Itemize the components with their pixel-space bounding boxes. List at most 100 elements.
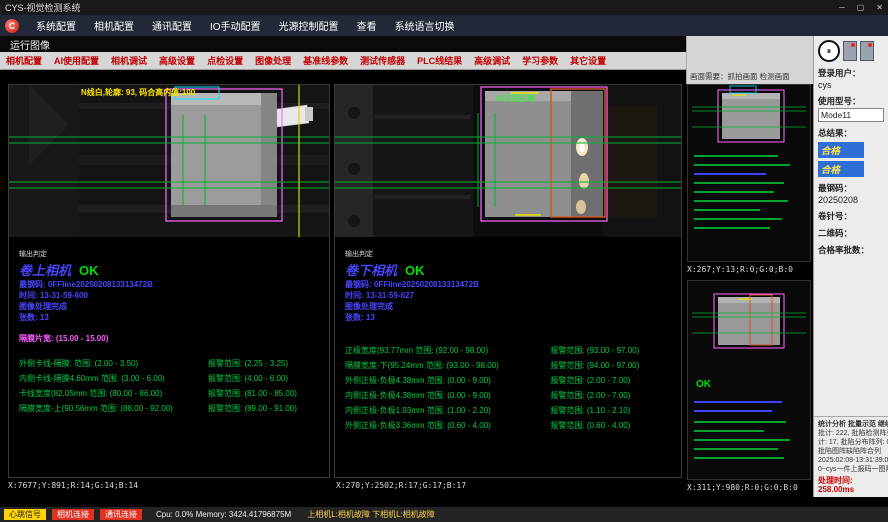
camera-image-lower[interactable]: AI识别区域 — [335, 85, 681, 237]
tool-test-sensor[interactable]: 测试传感器 — [354, 54, 411, 67]
camera-image-upper[interactable]: N线白,轮廓: 93, 码合高内值:100 — [9, 85, 329, 237]
tool-baseline-param[interactable]: 基准线参数 — [297, 54, 354, 67]
model-select[interactable]: Mode11 — [818, 108, 884, 122]
status-bar: 心跳信号 相机连接 通讯连接 Cpu: 0.0% Memory: 3424.41… — [0, 507, 888, 522]
statistics-block: 统计分析 批量示范 继续保存 批计: 222, 批陷检测阵列 计: 17, 批陷… — [814, 416, 888, 497]
tool-other-set[interactable]: 其它设置 — [564, 54, 612, 67]
count-line: 张数: 13 — [19, 312, 319, 323]
alarm-range: 报警范围: (0.60 - 4.00) — [550, 418, 630, 433]
result-badge-upper: OK — [79, 263, 99, 278]
login-user-label: 登录用户： — [818, 67, 884, 79]
measure-row: 卡线宽度(82.05mm 范围: (80.00 - 86.00) 报警范围: (… — [19, 386, 319, 401]
thumb-coord-upper: X:267;Y:13;R:0;G:0;B:0 — [687, 265, 793, 274]
alarm-range: 报警范围: (2.00 - 7.00) — [550, 373, 630, 388]
minimize-icon[interactable]: ─ — [839, 3, 845, 12]
measure-row: 隔膜宽度-下(95.24mm 范围: (93.00 - 98.00) 报警范围:… — [345, 358, 671, 373]
thumbnail-scene-upper — [688, 85, 810, 261]
tool-advanced-set[interactable]: 高级设置 — [153, 54, 201, 67]
coord-readout-upper: X:7677;Y:891;R:14;G:14;B:14 — [8, 481, 138, 490]
measurement-rows-upper: 外侧卡线-隔膜: 范围: (2.00 - 3.50) 报警范围: (2.25 -… — [19, 356, 319, 416]
menu-camera-config[interactable]: 相机配置 — [85, 18, 143, 33]
stats-line: 2025:02:08-13:31:39:05 — [818, 456, 884, 465]
comm-link-badge[interactable]: 通讯连接 — [100, 509, 142, 520]
stats-header[interactable]: 统计分析 批量示范 继续保存 — [818, 420, 884, 429]
heartbeat-badge[interactable]: 心跳信号 — [4, 509, 46, 520]
measure-value: 隔膜宽度-上(90.56mm 范围: (88.00 - 92.00) — [19, 401, 208, 416]
tool-plc-result[interactable]: PLC线结果 — [411, 54, 468, 67]
tool-advanced-debug[interactable]: 高级调试 — [468, 54, 516, 67]
measure-value: 外侧卡线-隔膜: 范围: (2.00 - 3.50) — [19, 356, 208, 371]
menu-language-switch[interactable]: 系统语言切换 — [386, 18, 464, 33]
maximize-icon[interactable]: ▢ — [857, 3, 865, 12]
alarm-range: 报警范围: (81.00 - 85.00) — [208, 386, 297, 401]
qr-code-label: 二维码： — [818, 227, 884, 239]
tool-spotcheck-set[interactable]: 点检设置 — [201, 54, 249, 67]
process-time: 处理时间: 258.00ms — [818, 476, 884, 494]
run-image-label: 运行图像 — [10, 37, 50, 52]
thumbnail-header: 画面需要：抓拍画面 检测画面 — [686, 36, 813, 84]
note-line: 隔膜片宽: (15.00 - 15.00) — [19, 333, 319, 344]
view-header-label: 画面需要：抓拍画面 检测画面 — [690, 71, 790, 82]
alarm-range: 报警范围: (93.00 - 97.00) — [550, 343, 639, 358]
tool-ai-config[interactable]: AI使用配置 — [48, 54, 105, 67]
status-line: 图像处理完成 — [19, 301, 319, 312]
tool-bar: 相机配置 AI使用配置 相机调试 高级设置 点检设置 图像处理 基准线参数 测试… — [0, 52, 686, 70]
measure-row: 隔膜宽度-上(90.56mm 范围: (88.00 - 92.00) 报警范围:… — [19, 401, 319, 416]
measure-value: 隔膜宽度-下(95.24mm 范围: (93.00 - 98.00) — [345, 358, 550, 373]
total-result-label: 总结果： — [818, 127, 884, 139]
measure-row: 内侧卡线-隔膜4.60mm 范围: (3.00 - 6.00) 报警范围: (4… — [19, 371, 319, 386]
barcode-line: 最钢码: 0FFline2025020813313472B — [19, 279, 319, 290]
camera-name-upper: 卷上相机 — [19, 260, 71, 279]
camera-panel-lower: AI识别区域 输出判定 卷下相机 OK 最钢码: 0FFline20250208… — [334, 84, 682, 478]
camera-view-toggle-2-icon[interactable] — [860, 41, 874, 61]
alarm-range: 报警范围: (1.10 - 2.10) — [550, 403, 630, 418]
pass-rate-label: 合格率批数： — [818, 244, 884, 256]
window-controls: ─ ▢ ✕ — [839, 3, 883, 12]
camera-panel-upper: N线白,轮廓: 93, 码合高内值:100 输出判定 卷上相机 OK 最钢码: … — [8, 84, 330, 478]
measure-row: 内侧正极-负极4.38mm 范围: (0.00 - 9.00) 报警范围: (2… — [345, 388, 671, 403]
menu-comm-config[interactable]: 通讯配置 — [143, 18, 201, 33]
thumbnail-upper[interactable] — [687, 84, 811, 262]
steel-code-value: 20250208 — [818, 195, 884, 205]
tool-image-process[interactable]: 图像处理 — [249, 54, 297, 67]
alarm-range: 报警范围: (2.25 - 3.25) — [208, 356, 288, 371]
run-image-tab[interactable]: 运行图像 — [0, 36, 686, 52]
result-item-1[interactable]: 合格 — [818, 142, 864, 158]
menu-light-control[interactable]: 光源控制配置 — [270, 18, 348, 33]
measure-row: 外侧卡线-隔膜: 范围: (2.00 - 3.50) 报警范围: (2.25 -… — [19, 356, 319, 371]
menu-io-manual[interactable]: IO手动配置 — [201, 18, 270, 33]
right-sidebar: ⏸ 登录用户： cys 使用型号： Mode11 总结果： 合格 合格 最钢码：… — [813, 36, 888, 497]
measure-value: 外侧正极-负极3.36mm 范围: (0.60 - 4.00) — [345, 418, 550, 433]
pin-number-label: 卷针号： — [818, 210, 884, 222]
sidebar-toolbar: ⏸ — [818, 40, 884, 62]
menu-view[interactable]: 查看 — [348, 18, 386, 33]
model-label: 使用型号： — [818, 95, 884, 107]
title-bar: CYS-视觉检测系统 ─ ▢ ✕ — [0, 0, 888, 15]
tool-camera-config[interactable]: 相机配置 — [0, 54, 48, 67]
camera-scene-upper — [9, 85, 329, 237]
alarm-range: 报警范围: (94.00 - 97.00) — [550, 358, 639, 373]
camera-view-toggle-1-icon[interactable] — [843, 41, 857, 61]
alarm-range: 报警范围: (2.00 - 7.00) — [550, 388, 630, 403]
stats-line: 批计: 222, 批陷检测阵列 — [818, 429, 884, 438]
measure-row: 外侧正极-负极4.38mm 范围: (0.00 - 9.00) 报警范围: (2… — [345, 373, 671, 388]
thumbnail-lower[interactable]: OK — [687, 280, 811, 480]
measure-row: 内侧正极-负极1.93mm 范围: (1.00 - 2.20) 报警范围: (1… — [345, 403, 671, 418]
close-icon[interactable]: ✕ — [876, 3, 883, 12]
camera-link-badge[interactable]: 相机连接 — [52, 509, 94, 520]
status-line: 图像处理完成 — [345, 301, 671, 312]
thumb-coord-lower: X:311;Y:980;R:0;G:0;B:0 — [687, 483, 798, 492]
overlay-title-upper: N线白,轮廓: 93, 码合高内值:100 — [81, 87, 195, 98]
alarm-range: 报警范围: (4.00 - 6.00) — [208, 371, 288, 386]
measure-value: 卡线宽度(82.05mm 范围: (80.00 - 86.00) — [19, 386, 208, 401]
tool-camera-debug[interactable]: 相机调试 — [105, 54, 153, 67]
time-line: 时间: 13-31-59-627 — [345, 290, 671, 301]
measure-value: 内侧卡线-隔膜4.60mm 范围: (3.00 - 6.00) — [19, 371, 208, 386]
stats-line: 计: 17, 批陷分布阵列: 0, — [818, 438, 884, 447]
measure-value: 内侧正极-负极1.93mm 范围: (1.00 - 2.20) — [345, 403, 550, 418]
menu-system-config[interactable]: 系统配置 — [27, 18, 85, 33]
pause-button[interactable]: ⏸ — [818, 40, 840, 62]
stats-line: 0~cys一件上报码一图阵 — [818, 465, 884, 474]
result-item-2[interactable]: 合格 — [818, 161, 864, 177]
tool-learn-param[interactable]: 学习参数 — [516, 54, 564, 67]
